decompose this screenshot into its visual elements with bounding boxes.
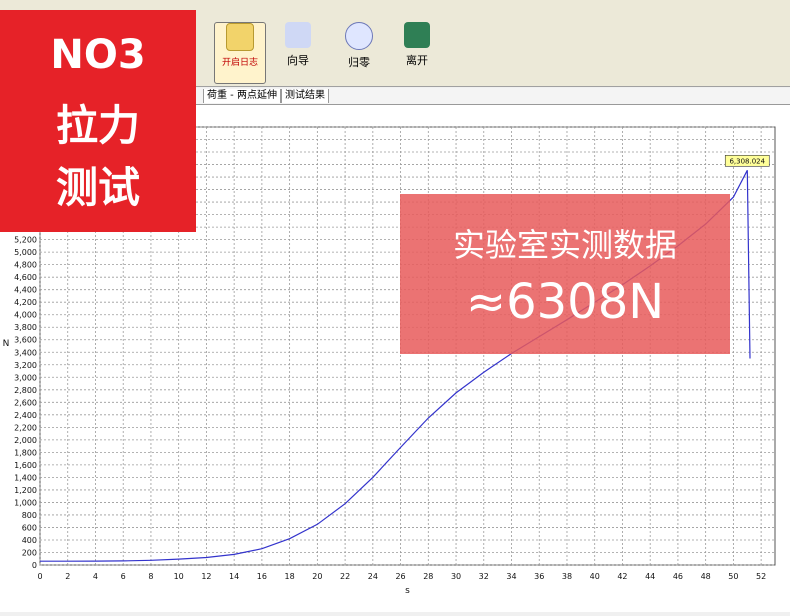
x-tick-label: 26 (395, 572, 405, 581)
y-tick-label: 3,000 (14, 373, 37, 382)
y-tick-label: 2,600 (14, 398, 37, 407)
y-tick-label: 3,600 (14, 336, 37, 345)
badge-line-3: 测试 (55, 163, 140, 212)
y-tick-label: 5,000 (14, 248, 37, 257)
exit-door-icon (404, 22, 430, 48)
y-tick-label: 2,200 (14, 423, 37, 432)
x-tick-label: 20 (312, 572, 322, 581)
y-tick-label: 1,600 (14, 461, 37, 470)
x-tick-label: 28 (423, 572, 433, 581)
result-overlay: 实验室实测数据 ≈6308N (400, 194, 730, 354)
y-tick-label: 5,200 (14, 236, 37, 245)
x-tick-label: 24 (368, 572, 378, 581)
y-axis-label: N (3, 339, 10, 349)
x-tick-label: 18 (285, 572, 295, 581)
x-tick-label: 0 (37, 572, 42, 581)
exit-button[interactable]: 离开 (395, 22, 439, 82)
tab-load-extension[interactable]: 荷重 - 两点延伸 (203, 89, 281, 103)
x-tick-label: 44 (645, 572, 655, 581)
wizard-button-label: 向导 (287, 54, 309, 67)
y-tick-label: 800 (22, 511, 37, 520)
x-tick-label: 10 (174, 572, 184, 581)
folder-icon (226, 23, 254, 51)
y-tick-label: 4,800 (14, 261, 37, 270)
x-tick-label: 22 (340, 572, 350, 581)
exit-button-label: 离开 (406, 54, 428, 67)
x-tick-label: 8 (148, 572, 153, 581)
y-tick-label: 2,000 (14, 436, 37, 445)
overlay-value: ≈6308N (465, 274, 665, 330)
y-tick-label: 4,200 (14, 298, 37, 307)
y-tick-label: 400 (22, 536, 37, 545)
y-tick-label: 0 (32, 561, 37, 570)
x-tick-label: 32 (479, 572, 489, 581)
peak-value-label: 6,308.024 (729, 157, 765, 165)
tab-test-results-label: 测试结果 (285, 90, 325, 101)
y-tick-label: 1,800 (14, 448, 37, 457)
y-tick-label: 1,200 (14, 486, 37, 495)
y-tick-label: 2,400 (14, 411, 37, 420)
y-tick-label: 4,600 (14, 273, 37, 282)
x-tick-label: 4 (93, 572, 98, 581)
x-tick-label: 6 (121, 572, 126, 581)
open-log-button[interactable]: 开启日志 (214, 22, 266, 84)
badge-line-2: 拉力 (55, 101, 140, 150)
y-tick-label: 3,200 (14, 361, 37, 370)
tab-test-results[interactable]: 测试结果 (281, 89, 329, 103)
x-tick-label: 50 (728, 572, 738, 581)
x-tick-label: 12 (201, 572, 211, 581)
x-tick-label: 14 (229, 572, 239, 581)
wizard-icon (285, 22, 311, 48)
compass-icon (345, 22, 373, 50)
x-tick-label: 2 (65, 572, 70, 581)
x-tick-label: 16 (257, 572, 267, 581)
x-tick-label: 48 (701, 572, 711, 581)
y-tick-label: 3,400 (14, 348, 37, 357)
y-tick-label: 2,800 (14, 386, 37, 395)
x-tick-label: 36 (534, 572, 544, 581)
x-tick-label: 40 (590, 572, 600, 581)
zero-button[interactable]: 归零 (337, 22, 381, 82)
x-axis-label: s (405, 586, 410, 596)
zero-button-label: 归零 (348, 56, 370, 69)
open-log-button-label: 开启日志 (221, 58, 258, 68)
y-tick-label: 1,000 (14, 498, 37, 507)
y-tick-label: 4,000 (14, 311, 37, 320)
y-tick-label: 1,400 (14, 473, 37, 482)
wizard-button[interactable]: 向导 (278, 22, 318, 82)
y-tick-label: 600 (22, 523, 37, 532)
y-tick-label: 200 (22, 548, 37, 557)
x-tick-label: 30 (451, 572, 461, 581)
x-tick-label: 42 (617, 572, 627, 581)
x-tick-label: 52 (756, 572, 766, 581)
y-tick-label: 3,800 (14, 323, 37, 332)
badge-line-1: NO3 (50, 32, 146, 78)
y-tick-label: 4,400 (14, 286, 37, 295)
x-tick-label: 34 (506, 572, 516, 581)
x-tick-label: 38 (562, 572, 572, 581)
test-number-badge: NO3 拉力 测试 (0, 10, 196, 232)
overlay-title: 实验室实测数据 (452, 226, 677, 264)
x-tick-label: 46 (673, 572, 683, 581)
tab-load-extension-label: 荷重 - 两点延伸 (207, 90, 277, 101)
